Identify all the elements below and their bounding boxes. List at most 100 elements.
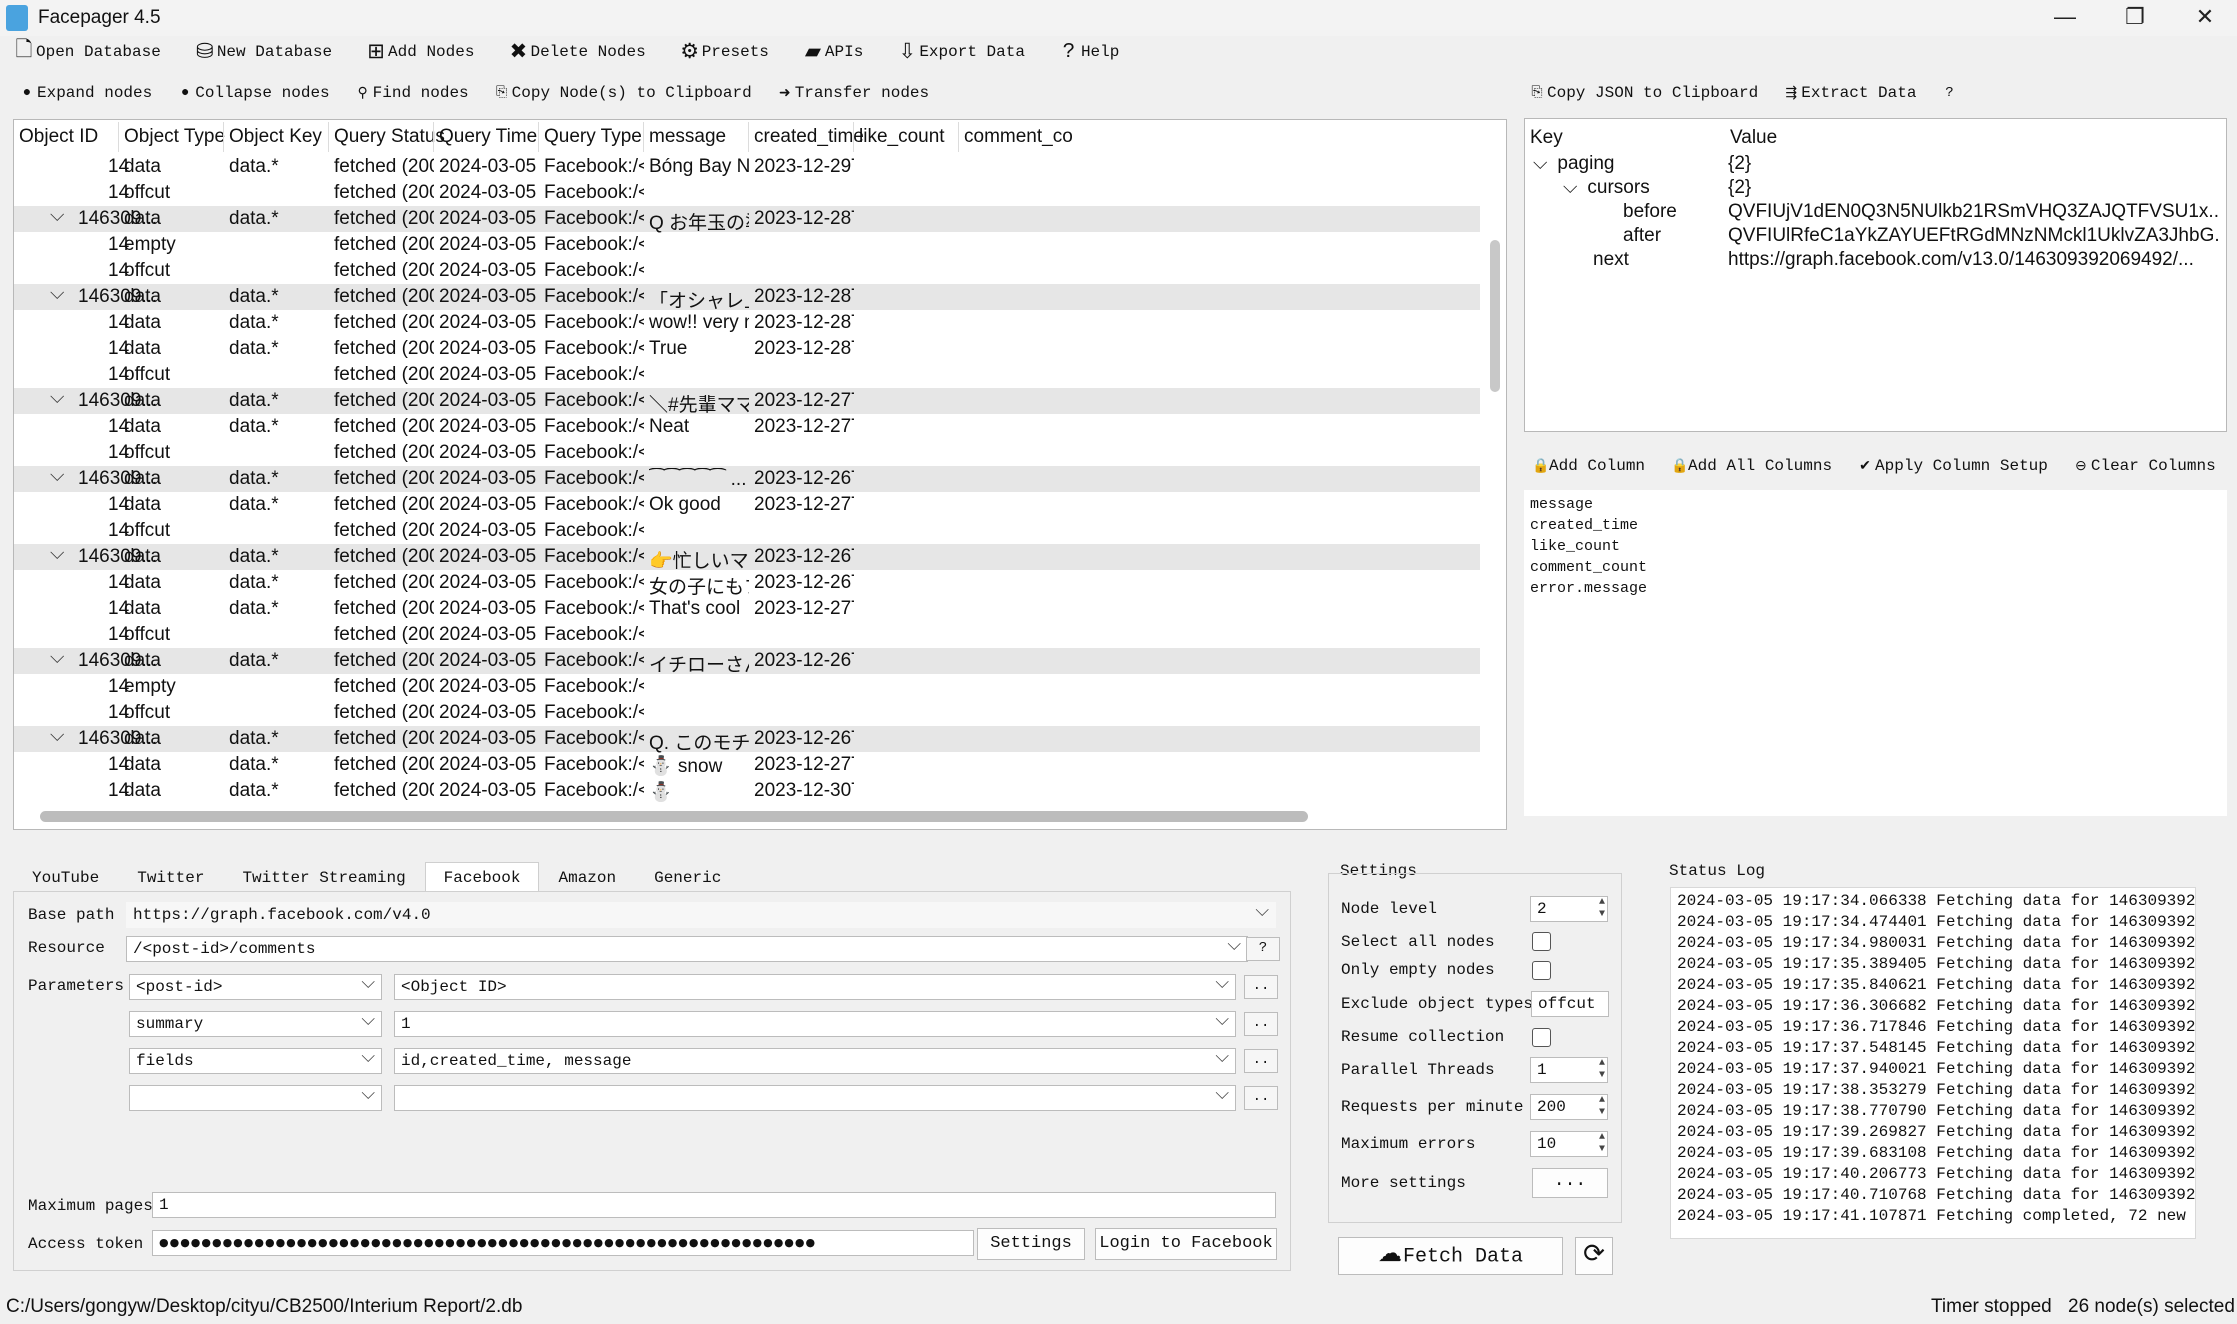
presets-button[interactable]: ⚙ Presets — [680, 39, 769, 65]
close-button[interactable]: ✕ — [2170, 0, 2237, 36]
help-button[interactable]: ? — [1942, 85, 1959, 101]
table-row[interactable]: 146...datadata.*fetched (200)2024-03-05 … — [14, 778, 1480, 804]
json-key[interactable]: after — [1593, 225, 1661, 247]
add-all-columns-button[interactable]: 🔒 Add All Columns — [1671, 457, 1832, 475]
find-nodes-button[interactable]: ⚲ Find nodes — [356, 84, 469, 102]
table-row[interactable]: ⌵146309...datadata.*fetched (200)2024-03… — [14, 725, 1480, 754]
base-path-input[interactable]: https://graph.facebook.com/v4.0 — [126, 902, 1276, 928]
extract-data-button[interactable]: ⇶ Extract Data — [1784, 84, 1916, 102]
add-column-button[interactable]: 🔒 Add Column — [1532, 457, 1645, 475]
clear-columns-button[interactable]: ⊖ Clear Columns — [2074, 457, 2216, 475]
table-row[interactable]: 146...offcutfetched (200)2024-03-05 1...… — [14, 700, 1480, 726]
select-all-checkbox[interactable] — [1532, 932, 1551, 951]
table-row[interactable]: ⌵146309...datadata.*fetched (200)2024-03… — [14, 283, 1480, 312]
table-row[interactable]: 146...offcutfetched (200)2024-03-05 1...… — [14, 258, 1480, 284]
param-name-select[interactable]: <post-id> — [129, 974, 382, 1000]
resume-collection-checkbox[interactable] — [1532, 1028, 1551, 1047]
table-row[interactable]: ⌵146309...datadata.*fetched (200)2024-03… — [14, 387, 1480, 416]
column-header[interactable]: Object Type — [124, 126, 225, 148]
chevron-down-icon[interactable]: ⌵ — [50, 725, 64, 747]
tree-vertical-scrollbar[interactable] — [1490, 240, 1500, 392]
status-log[interactable]: 2024-03-05 19:17:34.066338 Fetching data… — [1670, 887, 2196, 1239]
table-row[interactable]: 146...emptyfetched (200)2024-03-05 1...F… — [14, 674, 1480, 700]
table-row[interactable]: ⌵146309...datadata.*fetched (200)2024-03… — [14, 543, 1480, 572]
tab-twitter[interactable]: Twitter — [118, 862, 223, 892]
tab-facebook[interactable]: Facebook — [424, 862, 540, 892]
chevron-down-icon[interactable]: ⌵ — [50, 387, 64, 409]
chevron-down-icon[interactable]: ⌵ — [1563, 177, 1577, 198]
node-level-spinbox[interactable]: 2 ▲ ▼ — [1530, 896, 1608, 922]
more-settings-button[interactable]: ... — [1532, 1168, 1608, 1198]
apis-button[interactable]: ▰ APIs — [803, 39, 863, 65]
json-key[interactable]: ⌵ cursors — [1563, 177, 1650, 199]
delete-nodes-button[interactable]: ✖ Delete Nodes — [508, 39, 646, 65]
table-row[interactable]: 146...offcutfetched (200)2024-03-05 1...… — [14, 518, 1480, 544]
minimize-button[interactable]: — — [2030, 0, 2100, 36]
chevron-down-icon[interactable]: ⌵ — [50, 543, 64, 565]
param-name-select[interactable]: fields — [129, 1048, 382, 1074]
transfer-nodes-button[interactable]: ➜ Transfer nodes — [778, 84, 929, 102]
table-row[interactable]: 146...offcutfetched (200)2024-03-05 1...… — [14, 622, 1480, 648]
log-vertical-scrollbar[interactable] — [2195, 1141, 2196, 1211]
column-header[interactable]: Query Status — [334, 126, 445, 148]
expand-nodes-button[interactable]: ● Expand nodes — [20, 84, 152, 102]
chevron-down-icon[interactable]: ⌵ — [1533, 153, 1547, 174]
add-nodes-button[interactable]: ⊞ Add Nodes — [366, 39, 474, 65]
column-header[interactable]: created_time — [754, 126, 864, 148]
chevron-down-icon[interactable]: ⌵ — [50, 647, 64, 669]
tab-generic[interactable]: Generic — [635, 862, 740, 892]
column-header[interactable]: Query Type — [544, 126, 642, 148]
param-value-select[interactable] — [394, 1085, 1236, 1111]
json-key[interactable]: before — [1593, 201, 1677, 223]
param-edit-button[interactable]: .. — [1244, 1086, 1278, 1110]
param-name-select[interactable]: summary — [129, 1011, 382, 1037]
resource-help-button[interactable]: ? — [1246, 937, 1280, 961]
param-value-select[interactable]: id,created_time, message — [394, 1048, 1236, 1074]
column-header[interactable]: like_count — [859, 126, 945, 148]
table-row[interactable]: 146...datadata.*fetched (200)2024-03-05 … — [14, 752, 1480, 778]
export-data-button[interactable]: ⇩ Export Data — [897, 39, 1025, 65]
column-setup-editor[interactable]: message created_time like_count comment_cou… — [1524, 490, 2227, 816]
table-row[interactable]: 146...offcutfetched (200)2024-03-05 1...… — [14, 440, 1480, 466]
exclude-types-input[interactable]: offcut — [1531, 991, 1609, 1017]
param-value-select[interactable]: <Object ID> — [394, 974, 1236, 1000]
param-edit-button[interactable]: .. — [1244, 975, 1278, 999]
apply-column-setup-button[interactable]: ✔ Apply Column Setup — [1858, 457, 2048, 475]
param-edit-button[interactable]: .. — [1244, 1049, 1278, 1073]
json-key[interactable]: ⌵ paging — [1533, 153, 1614, 175]
chevron-down-icon[interactable]: ⌵ — [50, 205, 64, 227]
chevron-down-icon[interactable]: ⌵ — [50, 283, 64, 305]
tab-youtube[interactable]: YouTube — [13, 862, 118, 892]
table-row[interactable]: ⌵146309...datadata.*fetched (200)2024-03… — [14, 465, 1480, 492]
collapse-nodes-button[interactable]: ● Collapse nodes — [178, 84, 330, 102]
tab-amazon[interactable]: Amazon — [539, 862, 635, 892]
table-row[interactable]: 146...datadata.*fetched (200)2024-03-05 … — [14, 414, 1480, 440]
tab-twitter-streaming[interactable]: Twitter Streaming — [223, 862, 424, 892]
only-empty-checkbox[interactable] — [1532, 961, 1551, 980]
table-row[interactable]: 146...offcutfetched (200)2024-03-05 1...… — [14, 362, 1480, 388]
table-row[interactable]: 146...datadata.*fetched (200)2024-03-05 … — [14, 596, 1480, 622]
chevron-down-icon[interactable]: ⌵ — [50, 465, 64, 487]
resource-input[interactable]: /<post-id>/comments — [126, 936, 1248, 962]
node-tree[interactable]: Object ID Object Type Object Key Query Stat… — [13, 119, 1507, 830]
access-token-input[interactable]: ●●●●●●●●●●●●●●●●●●●●●●●●●●●●●●●●●●●●●●●●… — [152, 1230, 974, 1256]
fetch-data-button[interactable]: ☁Fetch Data — [1338, 1237, 1563, 1275]
column-header[interactable]: comment_co — [964, 126, 1073, 148]
table-row[interactable]: ⌵146309...datadata.*fetched (200)2024-03… — [14, 205, 1480, 234]
param-edit-button[interactable]: .. — [1244, 1012, 1278, 1036]
json-detail-view[interactable]: Key Value ⌵ paging {2} ⌵ cursors {2} before QVF… — [1524, 118, 2227, 432]
max-pages-input[interactable]: 1 — [152, 1192, 1276, 1218]
requests-per-minute-spinbox[interactable]: 200 ▲ ▼ — [1530, 1094, 1608, 1120]
table-row[interactable]: 146...emptyfetched (200)2024-03-05 1...F… — [14, 232, 1480, 258]
parallel-threads-spinbox[interactable]: 1 ▲ ▼ — [1530, 1057, 1608, 1083]
column-header[interactable]: Object ID — [19, 126, 98, 148]
param-name-select[interactable] — [129, 1085, 382, 1111]
param-value-select[interactable]: 1 — [394, 1011, 1236, 1037]
column-header[interactable]: Object Key — [229, 126, 322, 148]
column-header[interactable]: message — [649, 126, 726, 148]
settings-button[interactable]: Settings — [977, 1228, 1085, 1260]
table-row[interactable]: 146...datadata.*fetched (200)2024-03-05 … — [14, 492, 1480, 518]
table-row[interactable]: 146...datadata.*fetched (200)2024-03-05 … — [14, 310, 1480, 336]
login-facebook-button[interactable]: Login to Facebook — [1095, 1228, 1277, 1260]
open-database-button[interactable]: 🗋 Open Database — [14, 35, 161, 70]
